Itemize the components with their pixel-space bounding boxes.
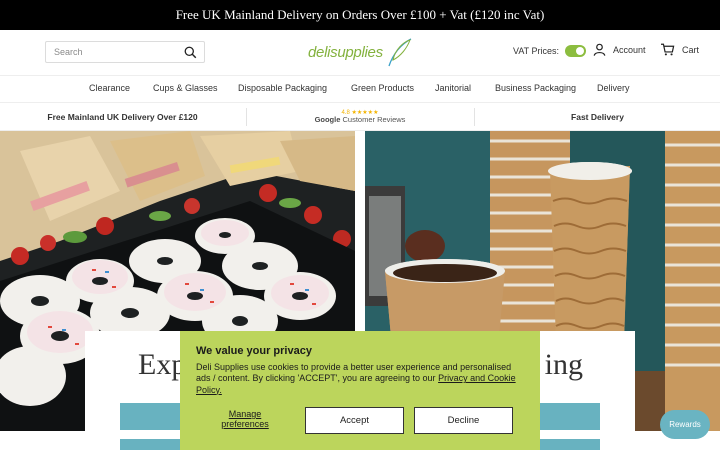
site-header: delisupplies VAT Prices: Account Cart <box>0 30 720 75</box>
reviews-label: Customer Reviews <box>342 115 406 125</box>
cookie-banner: We value your privacy Deli Supplies use … <box>180 331 540 450</box>
google-label: Google <box>314 115 341 125</box>
announcement-bar: Free UK Mainland Delivery on Orders Over… <box>0 0 720 30</box>
logo-text: delisupplies <box>308 43 383 61</box>
manage-preferences-link[interactable]: Manage preferences <box>214 409 276 430</box>
search-input[interactable] <box>46 42 176 62</box>
vat-label: VAT Prices: <box>513 46 560 56</box>
shop-button-left[interactable] <box>120 403 182 430</box>
vat-toggle[interactable] <box>565 45 587 57</box>
shop-button-right-2[interactable] <box>538 439 600 450</box>
cart-label: Cart <box>682 44 700 55</box>
rewards-button[interactable]: Rewards <box>660 410 710 439</box>
announcement-text: Free UK Mainland Delivery on Orders Over… <box>175 7 545 22</box>
leaf-icon <box>388 38 412 67</box>
shop-button-right[interactable] <box>538 403 600 430</box>
nav-item-delivery[interactable]: Delivery <box>597 83 630 93</box>
cookie-title: We value your privacy <box>196 345 312 357</box>
accept-button[interactable]: Accept <box>305 407 404 434</box>
usp-fast-delivery-text: Fast Delivery <box>571 112 624 122</box>
site-logo[interactable]: delisupplies <box>308 36 413 68</box>
nav-item-janitorial[interactable]: Janitorial <box>435 83 471 93</box>
account-link[interactable]: Account <box>593 43 646 56</box>
decline-button[interactable]: Decline <box>414 407 513 434</box>
main-nav: Clearance Cups & Glasses Disposable Pack… <box>0 75 720 103</box>
account-label: Account <box>613 44 646 55</box>
rewards-label: Rewards <box>669 420 701 429</box>
usp-fast-delivery: Fast Delivery <box>475 103 720 131</box>
google-reviews-badge[interactable]: 4.8 ★★★★★ Google Customer Reviews <box>247 103 473 131</box>
nav-item-business-packaging[interactable]: Business Packaging <box>495 83 576 93</box>
vat-switch[interactable]: VAT Prices: <box>513 45 587 57</box>
user-icon <box>593 43 606 56</box>
usp-free-delivery: Free Mainland UK Delivery Over £120 <box>0 103 245 131</box>
cart-icon <box>661 43 675 56</box>
usp-bar: Free Mainland UK Delivery Over £120 4.8 … <box>0 103 720 131</box>
cookie-message: Deli Supplies use cookies to provide a b… <box>196 362 524 396</box>
shop-button-left-2[interactable] <box>120 439 182 450</box>
search-box[interactable] <box>45 41 205 63</box>
review-label: Google Customer Reviews <box>315 116 406 124</box>
usp-free-delivery-text: Free Mainland UK Delivery Over £120 <box>47 112 198 122</box>
nav-item-cups-glasses[interactable]: Cups & Glasses <box>153 83 218 93</box>
cart-link[interactable]: Cart <box>660 43 699 56</box>
hero-title-right: ing <box>544 348 583 381</box>
nav-item-green-products[interactable]: Green Products <box>351 83 414 93</box>
nav-item-disposable-packaging[interactable]: Disposable Packaging <box>238 83 327 93</box>
nav-item-clearance[interactable]: Clearance <box>89 83 130 93</box>
search-icon[interactable] <box>184 46 197 59</box>
